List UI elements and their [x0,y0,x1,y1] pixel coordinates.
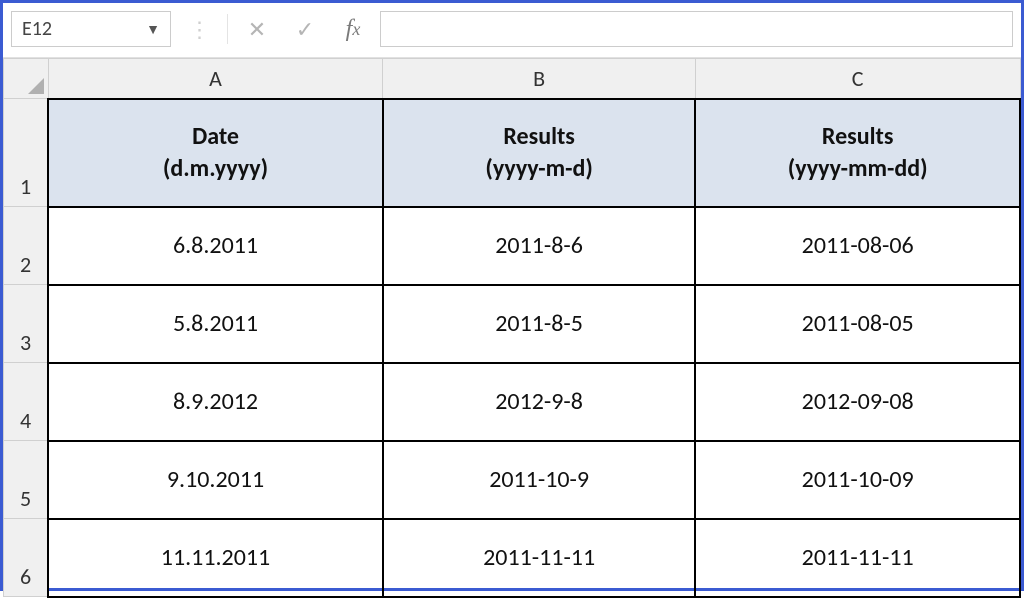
row-header[interactable]: 6 [4,519,49,597]
row-header[interactable]: 3 [4,285,49,363]
name-box-value: E12 [22,17,52,41]
header-c-line1: Results [822,122,893,151]
cell-a3[interactable]: 5.8.2011 [48,285,383,363]
row-header[interactable]: 4 [4,363,49,441]
cell-c1[interactable]: Results (yyyy-mm-dd) [695,99,1020,207]
insert-function-icon[interactable]: fx [332,11,374,47]
table-row: 4 8.9.2012 2012-9-8 2012-09-08 [4,363,1021,441]
column-header-c[interactable]: C [695,59,1020,99]
cell-b4[interactable]: 2012-9-8 [383,363,695,441]
row-header[interactable]: 5 [4,441,49,519]
table-row: 2 6.8.2011 2011-8-6 2011-08-06 [4,207,1021,285]
cell-a2[interactable]: 6.8.2011 [48,207,383,285]
cell-a4[interactable]: 8.9.2012 [48,363,383,441]
table-row: 3 5.8.2011 2011-8-5 2011-08-05 [4,285,1021,363]
enter-icon: ✓ [284,11,326,47]
cancel-icon: ✕ [236,11,278,47]
sheet-table: A B C 1 Date (d.m.yyyy) Results (yyyy-m-… [3,58,1021,598]
column-header-a[interactable]: A [48,59,383,99]
table-row: 5 9.10.2011 2011-10-9 2011-10-09 [4,441,1021,519]
row-header[interactable]: 1 [4,99,49,207]
formula-bar: E12 ▼ ⋮ ✕ ✓ fx [3,3,1021,58]
select-all-corner[interactable] [4,59,49,99]
cell-b6[interactable]: 2011-11-11 [383,519,695,597]
column-header-b[interactable]: B [383,59,695,99]
column-header-row: A B C [4,59,1021,99]
header-c-line2: (yyyy-mm-dd) [697,153,1018,184]
cell-c4[interactable]: 2012-09-08 [695,363,1020,441]
cell-b2[interactable]: 2011-8-6 [383,207,695,285]
cell-a6[interactable]: 11.11.2011 [48,519,383,597]
header-a-line1: Date [192,122,239,151]
cell-c5[interactable]: 2011-10-09 [695,441,1020,519]
formula-input[interactable] [380,11,1013,47]
cell-b1[interactable]: Results (yyyy-m-d) [383,99,695,207]
row-header[interactable]: 2 [4,207,49,285]
chevron-down-icon[interactable]: ▼ [146,21,160,38]
table-header-row: 1 Date (d.m.yyyy) Results (yyyy-m-d) Res… [4,99,1021,207]
spreadsheet-grid[interactable]: A B C 1 Date (d.m.yyyy) Results (yyyy-m-… [3,58,1021,598]
cell-c3[interactable]: 2011-08-05 [695,285,1020,363]
header-b-line1: Results [503,122,574,151]
cell-c6[interactable]: 2011-11-11 [695,519,1020,597]
header-a-line2: (d.m.yyyy) [50,153,381,184]
cell-b3[interactable]: 2011-8-5 [383,285,695,363]
separator [227,14,228,44]
cell-b5[interactable]: 2011-10-9 [383,441,695,519]
cell-a5[interactable]: 9.10.2011 [48,441,383,519]
cell-a1[interactable]: Date (d.m.yyyy) [48,99,383,207]
table-row: 6 11.11.2011 2011-11-11 2011-11-11 [4,519,1021,597]
more-icon: ⋮ [177,11,219,47]
header-b-line2: (yyyy-m-d) [385,153,693,184]
name-box[interactable]: E12 ▼ [11,11,171,47]
cell-c2[interactable]: 2011-08-06 [695,207,1020,285]
